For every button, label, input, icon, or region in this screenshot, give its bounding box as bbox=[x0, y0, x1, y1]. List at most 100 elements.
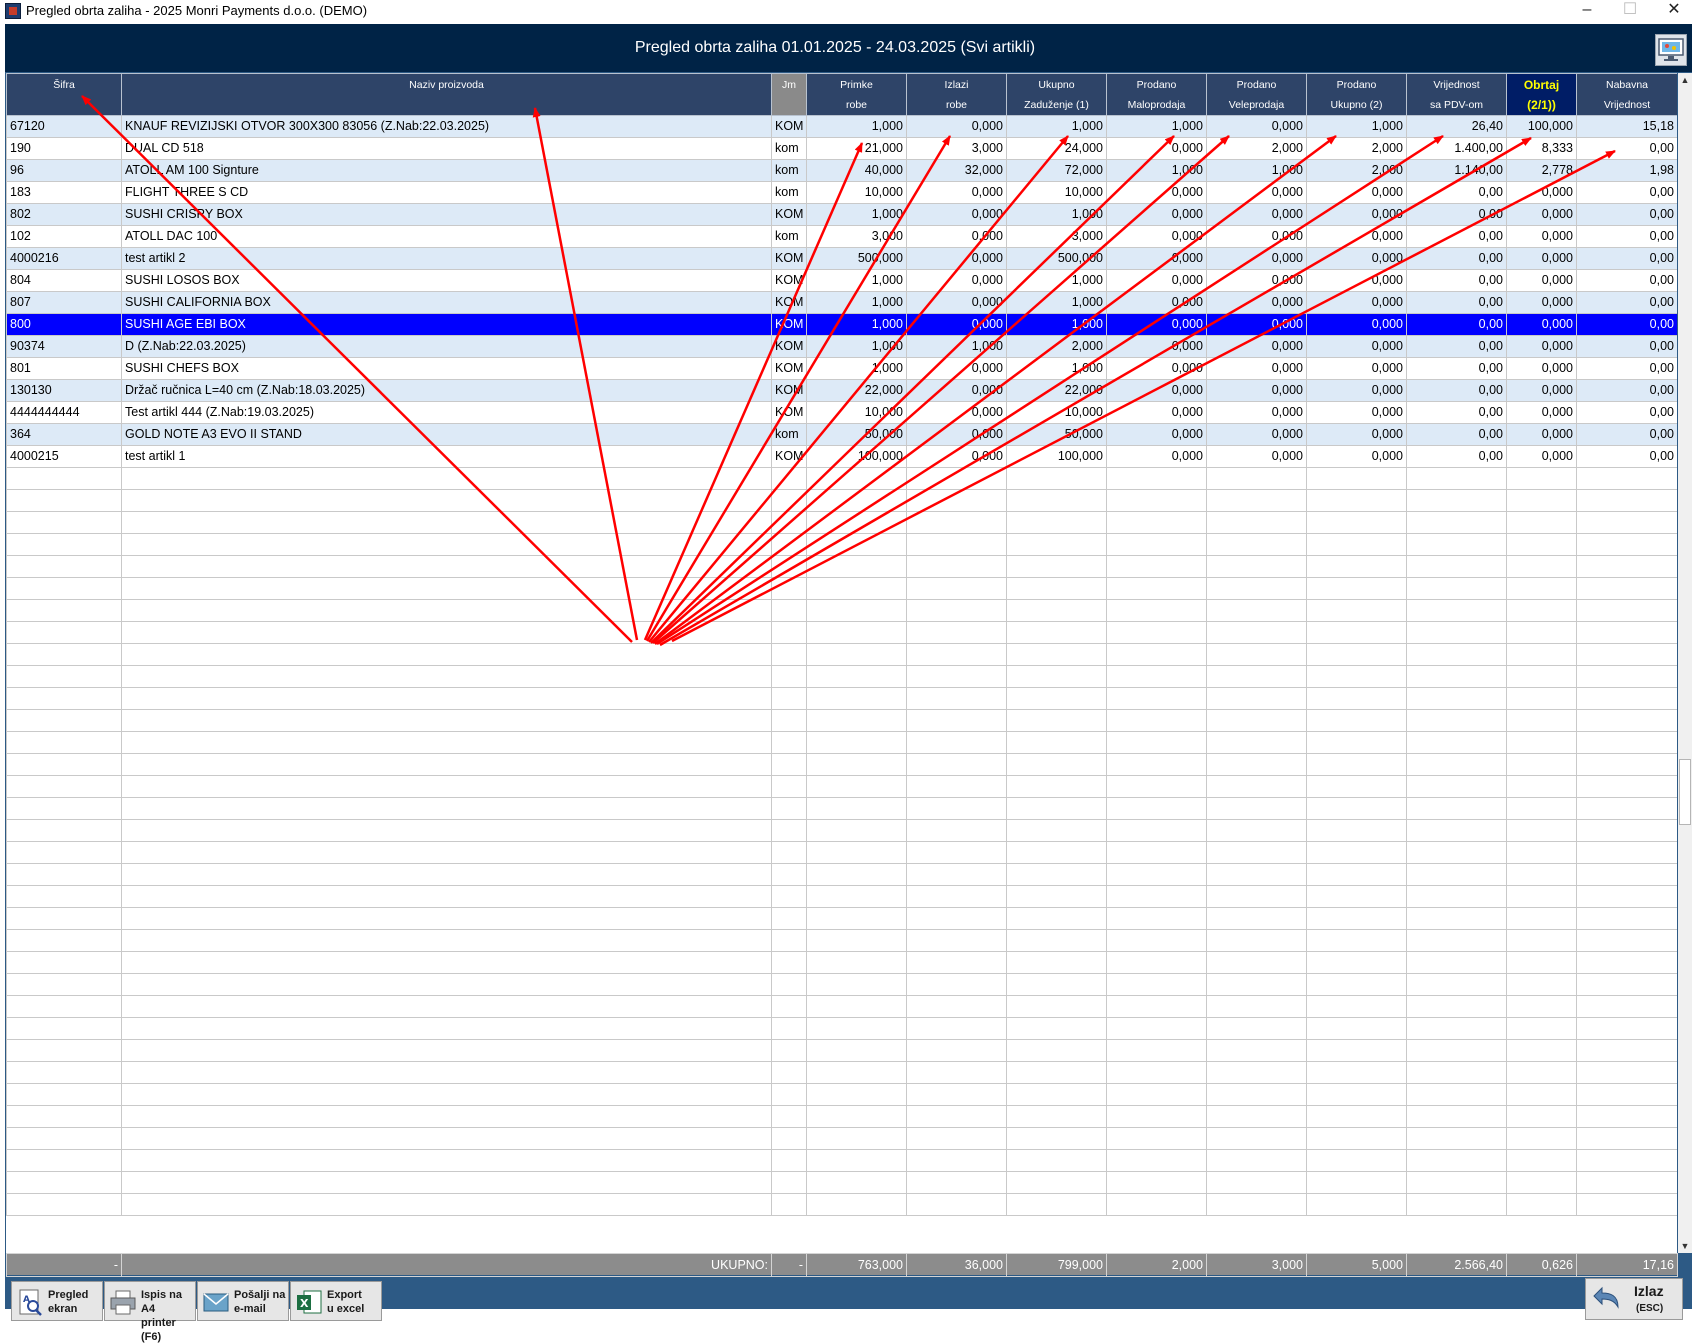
empty-row[interactable] bbox=[6, 819, 1677, 842]
cell-naziv: ATOLL DAC 100 bbox=[121, 225, 772, 248]
cell-obrtaj: 0,000 bbox=[1506, 335, 1577, 358]
cell-ukupno bbox=[1006, 1193, 1107, 1216]
cell-izlazi bbox=[906, 621, 1007, 644]
cell-prodano-malo bbox=[1106, 709, 1207, 732]
empty-row[interactable] bbox=[6, 731, 1677, 754]
empty-row[interactable] bbox=[6, 1171, 1677, 1194]
table-row[interactable]: 67120 KNAUF REVIZIJSKI OTVOR 300X300 8305… bbox=[6, 115, 1677, 138]
empty-row[interactable] bbox=[6, 797, 1677, 820]
empty-row[interactable] bbox=[6, 665, 1677, 688]
column-header-ukupno[interactable]: Ukupno Zaduženje (1) bbox=[1006, 73, 1107, 116]
empty-row[interactable] bbox=[6, 951, 1677, 974]
cell-prodano-ukupno: 0,000 bbox=[1306, 181, 1407, 204]
cell-izlazi bbox=[906, 1127, 1007, 1150]
cell-primke bbox=[806, 753, 907, 776]
vertical-scrollbar[interactable]: ▲ ▼ bbox=[1678, 73, 1692, 1253]
cell-sifra bbox=[6, 1105, 122, 1128]
minimize-button[interactable]: – bbox=[1565, 0, 1609, 22]
empty-row[interactable] bbox=[6, 687, 1677, 710]
posalji-email-button[interactable]: Pošalji na e-mail bbox=[197, 1281, 289, 1321]
cell-izlazi: 0,000 bbox=[906, 401, 1007, 424]
empty-row[interactable] bbox=[6, 621, 1677, 644]
table-row[interactable]: 801 SUSHI CHEFS BOX KOM 1,000 0,000 1,000 0,00… bbox=[6, 357, 1677, 380]
empty-row[interactable] bbox=[6, 863, 1677, 886]
empty-row[interactable] bbox=[6, 555, 1677, 578]
column-header-jm[interactable]: Jm bbox=[771, 73, 807, 116]
column-header-vrijednost[interactable]: Vrijednost sa PDV-om bbox=[1406, 73, 1507, 116]
cell-prodano-ukupno bbox=[1306, 1149, 1407, 1172]
empty-row[interactable] bbox=[6, 907, 1677, 930]
scroll-up-icon[interactable]: ▲ bbox=[1678, 73, 1692, 87]
column-header-naziv[interactable]: Naziv proizvoda bbox=[121, 73, 772, 116]
pregled-ekran-button[interactable]: A Pregled ekran bbox=[11, 1281, 103, 1321]
cell-izlazi: 0,000 bbox=[906, 225, 1007, 248]
cell-prodano-vele bbox=[1206, 687, 1307, 710]
column-header-sifra[interactable]: Šifra bbox=[6, 73, 122, 116]
column-header-prodano-vele[interactable]: Prodano Veleprodaja bbox=[1206, 73, 1307, 116]
scroll-thumb[interactable] bbox=[1679, 759, 1691, 825]
empty-row[interactable] bbox=[6, 1017, 1677, 1040]
data-grid[interactable]: Šifra Naziv proizvoda Jm Primke robe Izlazi ro… bbox=[6, 73, 1677, 1253]
table-row[interactable]: 4000215 test artikl 1 KOM 100,000 0,000 100,0… bbox=[6, 445, 1677, 468]
table-row[interactable]: 96 ATOLL AM 100 Signture kom 40,000 32,000 72… bbox=[6, 159, 1677, 182]
column-header-primke[interactable]: Primke robe bbox=[806, 73, 907, 116]
empty-row[interactable] bbox=[6, 995, 1677, 1018]
table-row[interactable]: 90374 D (Z.Nab:22.03.2025) KOM 1,000 1,000 2,… bbox=[6, 335, 1677, 358]
empty-row[interactable] bbox=[6, 709, 1677, 732]
cell-jm bbox=[771, 709, 807, 732]
table-row[interactable]: 4000216 test artikl 2 KOM 500,000 0,000 500,0… bbox=[6, 247, 1677, 270]
empty-row[interactable] bbox=[6, 577, 1677, 600]
cell-jm bbox=[771, 797, 807, 820]
cell-sifra bbox=[6, 863, 122, 886]
cell-nabavna: 0,00 bbox=[1576, 357, 1677, 380]
table-row[interactable]: 804 SUSHI LOSOS BOX KOM 1,000 0,000 1,000 0,00… bbox=[6, 269, 1677, 292]
empty-row[interactable] bbox=[6, 1193, 1677, 1216]
empty-row[interactable] bbox=[6, 841, 1677, 864]
column-header-izlazi[interactable]: Izlazi robe bbox=[906, 73, 1007, 116]
empty-row[interactable] bbox=[6, 1127, 1677, 1150]
table-row[interactable]: 802 SUSHI CRISPY BOX KOM 1,000 0,000 1,000 0,0… bbox=[6, 203, 1677, 226]
close-button[interactable]: ✕ bbox=[1652, 0, 1696, 22]
cell-prodano-ukupno: 0,000 bbox=[1306, 203, 1407, 226]
empty-row[interactable] bbox=[6, 775, 1677, 798]
total-primke: 763,000 bbox=[806, 1253, 907, 1277]
table-row[interactable]: 183 FLIGHT THREE S CD kom 10,000 0,000 10,000… bbox=[6, 181, 1677, 204]
cell-prodano-malo: 1,000 bbox=[1106, 115, 1207, 138]
empty-row[interactable] bbox=[6, 511, 1677, 534]
cell-vrijednost bbox=[1406, 797, 1507, 820]
table-row[interactable]: 807 SUSHI CALIFORNIA BOX KOM 1,000 0,000 1,00… bbox=[6, 291, 1677, 314]
column-header-prodano-malo[interactable]: Prodano Maloprodaja bbox=[1106, 73, 1207, 116]
ispis-a4-button[interactable]: Ispis na A4 printer (F6) bbox=[104, 1281, 196, 1343]
cell-izlazi bbox=[906, 929, 1007, 952]
empty-row[interactable] bbox=[6, 599, 1677, 622]
table-row[interactable]: 102 ATOLL DAC 100 kom 3,000 0,000 3,000 0,000 0… bbox=[6, 225, 1677, 248]
table-row[interactable]: 364 GOLD NOTE A3 EVO II STAND kom 50,000 0,0… bbox=[6, 423, 1677, 446]
table-row[interactable]: 130130 Držač ručnica L=40 cm (Z.Nab:18.03… bbox=[6, 379, 1677, 402]
scroll-down-icon[interactable]: ▼ bbox=[1678, 1239, 1692, 1253]
empty-row[interactable] bbox=[6, 1083, 1677, 1106]
empty-row[interactable] bbox=[6, 885, 1677, 908]
empty-row[interactable] bbox=[6, 753, 1677, 776]
empty-row[interactable] bbox=[6, 1105, 1677, 1128]
empty-row[interactable] bbox=[6, 1039, 1677, 1062]
cell-prodano-ukupno bbox=[1306, 533, 1407, 556]
cell-vrijednost bbox=[1406, 951, 1507, 974]
monitor-button[interactable] bbox=[1655, 34, 1687, 66]
empty-row[interactable] bbox=[6, 489, 1677, 512]
empty-row[interactable] bbox=[6, 1061, 1677, 1084]
table-row[interactable]: 190 DUAL CD 518 kom 21,000 3,000 24,000 0,000 2… bbox=[6, 137, 1677, 160]
cell-prodano-vele bbox=[1206, 841, 1307, 864]
table-row[interactable]: 4444444444 Test artikl 444 (Z.Nab:19.03.2… bbox=[6, 401, 1677, 424]
empty-row[interactable] bbox=[6, 1149, 1677, 1172]
table-row[interactable]: 800 SUSHI AGE EBI BOX KOM 1,000 0,000 1,000 0,… bbox=[6, 313, 1677, 336]
column-header-prodano-ukupno[interactable]: Prodano Ukupno (2) bbox=[1306, 73, 1407, 116]
column-header-nabavna[interactable]: Nabavna Vrijednost bbox=[1576, 73, 1677, 116]
empty-row[interactable] bbox=[6, 643, 1677, 666]
empty-row[interactable] bbox=[6, 973, 1677, 996]
empty-row[interactable] bbox=[6, 533, 1677, 556]
empty-row[interactable] bbox=[6, 929, 1677, 952]
export-excel-button[interactable]: X Export u excel bbox=[290, 1281, 382, 1321]
column-header-obrtaj[interactable]: Obrtaj (2/1)) bbox=[1506, 73, 1577, 116]
empty-row[interactable] bbox=[6, 467, 1677, 490]
maximize-button[interactable]: ☐ bbox=[1608, 0, 1652, 22]
